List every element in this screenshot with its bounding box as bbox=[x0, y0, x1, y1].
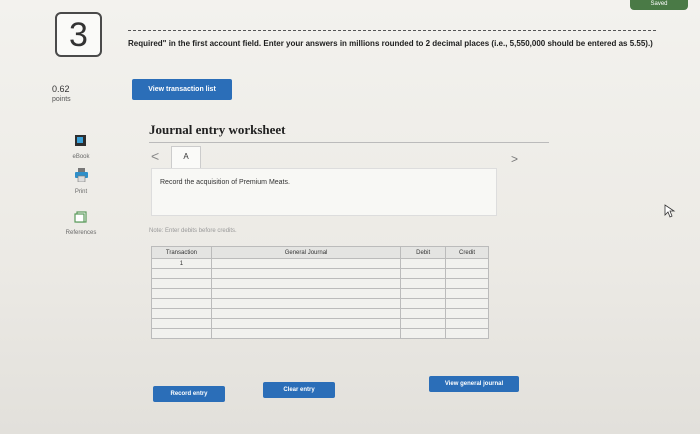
references-icon bbox=[62, 210, 100, 228]
printer-icon bbox=[62, 168, 100, 187]
view-general-journal-button[interactable]: View general journal bbox=[429, 376, 519, 392]
debit-field[interactable] bbox=[400, 318, 447, 329]
table-row bbox=[151, 288, 489, 299]
credit-field[interactable] bbox=[445, 298, 489, 309]
account-field[interactable] bbox=[210, 278, 402, 289]
points-label: points bbox=[52, 96, 71, 103]
debit-field[interactable] bbox=[400, 268, 447, 279]
column-header-debit: Debit bbox=[400, 246, 447, 259]
saved-badge: Saved bbox=[630, 0, 688, 10]
debit-field[interactable] bbox=[400, 328, 447, 339]
credit-field[interactable] bbox=[445, 288, 489, 299]
references-tool[interactable]: References bbox=[62, 210, 100, 236]
credit-field[interactable] bbox=[445, 278, 489, 289]
account-field[interactable] bbox=[210, 318, 402, 329]
credit-field[interactable] bbox=[445, 258, 489, 269]
table-row bbox=[151, 328, 489, 339]
transaction-number: 1 bbox=[151, 258, 212, 269]
credit-field[interactable] bbox=[445, 328, 489, 339]
column-header-credit: Credit bbox=[445, 246, 489, 259]
journal-table: Transaction General Journal Debit Credit… bbox=[151, 246, 489, 339]
next-arrow-icon[interactable]: > bbox=[511, 152, 518, 166]
transaction-number bbox=[151, 278, 212, 289]
account-field[interactable] bbox=[210, 308, 402, 319]
account-field[interactable] bbox=[210, 298, 402, 309]
divider bbox=[128, 30, 656, 31]
transaction-number bbox=[151, 328, 212, 339]
record-entry-button[interactable]: Record entry bbox=[153, 386, 225, 402]
transaction-number bbox=[151, 318, 212, 329]
column-header-transaction: Transaction bbox=[151, 246, 212, 259]
question-number: 3 bbox=[55, 12, 102, 57]
ebook-tool[interactable]: eBook bbox=[62, 134, 100, 160]
book-icon bbox=[62, 134, 100, 152]
clear-entry-button[interactable]: Clear entry bbox=[263, 382, 335, 398]
credit-field[interactable] bbox=[445, 308, 489, 319]
table-row bbox=[151, 318, 489, 329]
print-tool[interactable]: Print bbox=[62, 168, 100, 195]
view-transaction-list-button[interactable]: View transaction list bbox=[132, 79, 232, 100]
table-row bbox=[151, 298, 489, 309]
account-field[interactable] bbox=[210, 288, 402, 299]
debit-field[interactable] bbox=[400, 258, 447, 269]
table-row bbox=[151, 278, 489, 289]
credit-field[interactable] bbox=[445, 318, 489, 329]
transaction-number bbox=[151, 268, 212, 279]
table-row bbox=[151, 268, 489, 279]
references-label: References bbox=[65, 230, 97, 236]
column-header-general-journal: General Journal bbox=[210, 246, 402, 259]
points-value: 0.62 bbox=[52, 84, 70, 94]
table-row bbox=[151, 308, 489, 319]
page: Saved 3 Required" in the first account f… bbox=[0, 0, 700, 434]
question-instructions: Required" in the first account field. En… bbox=[128, 39, 653, 48]
table-row: 1 bbox=[151, 258, 489, 269]
debit-field[interactable] bbox=[400, 288, 447, 299]
worksheet-title: Journal entry worksheet bbox=[149, 122, 286, 137]
credit-field[interactable] bbox=[445, 268, 489, 279]
transaction-description: Record the acquisition of Premium Meats. bbox=[160, 179, 290, 186]
journal-entry-worksheet: Journal entry worksheet < A > Record the… bbox=[143, 112, 563, 412]
debit-field[interactable] bbox=[400, 308, 447, 319]
print-label: Print bbox=[74, 189, 88, 195]
entry-note: Note: Enter debits before credits. bbox=[149, 228, 237, 234]
previous-arrow-icon[interactable]: < bbox=[151, 148, 159, 164]
transaction-number bbox=[151, 308, 212, 319]
account-field[interactable] bbox=[210, 258, 402, 269]
transaction-description-box: Record the acquisition of Premium Meats. bbox=[151, 168, 497, 216]
transaction-number bbox=[151, 298, 212, 309]
title-divider bbox=[149, 142, 549, 143]
account-field[interactable] bbox=[210, 328, 402, 339]
tab-a[interactable]: A bbox=[171, 146, 201, 168]
debit-field[interactable] bbox=[400, 298, 447, 309]
account-field[interactable] bbox=[210, 268, 402, 279]
transaction-number bbox=[151, 288, 212, 299]
mouse-cursor-icon bbox=[664, 204, 676, 223]
debit-field[interactable] bbox=[400, 278, 447, 289]
ebook-label: eBook bbox=[72, 154, 90, 160]
